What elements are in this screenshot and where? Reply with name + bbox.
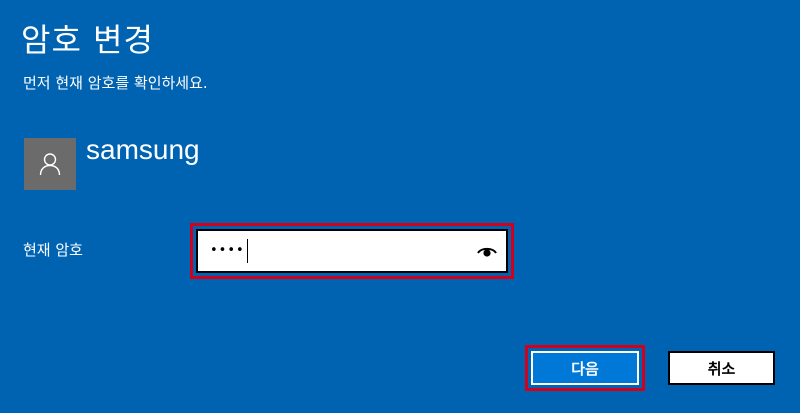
eye-icon (477, 247, 497, 257)
current-password-input[interactable]: •••• (196, 229, 508, 273)
password-masked-value: •••• (210, 243, 245, 258)
dialog-subtitle: 먼저 현재 암호를 확인하세요. (23, 74, 208, 92)
user-avatar (24, 138, 76, 190)
current-password-label: 현재 암호 (23, 241, 83, 259)
dialog-title: 암호 변경 (21, 21, 154, 59)
next-button[interactable]: 다음 (531, 351, 639, 385)
person-icon (39, 153, 61, 176)
cancel-button[interactable]: 취소 (668, 351, 775, 385)
reveal-password-button[interactable] (476, 240, 498, 262)
user-name: samsung (86, 134, 200, 165)
text-caret (246, 239, 248, 263)
